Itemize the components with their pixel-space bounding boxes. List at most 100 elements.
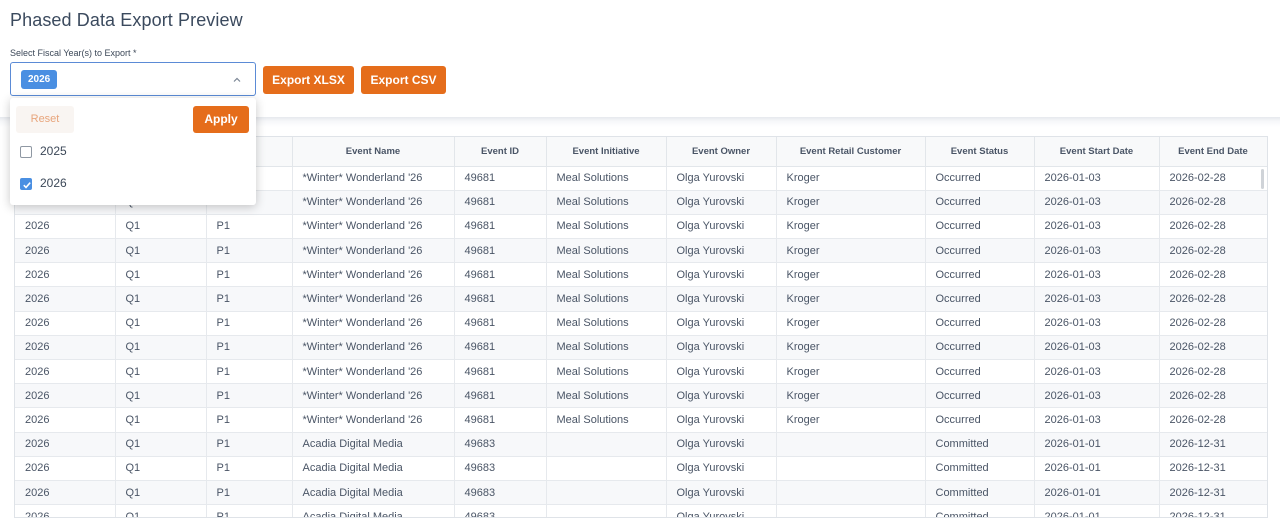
column-header[interactable]: Event ID [454, 137, 547, 167]
table-row: 2026Q1P1*Winter* Wonderland '2649681Meal… [15, 262, 1267, 288]
table-cell: P1 [206, 504, 293, 517]
table-cell: Q1 [115, 504, 207, 517]
checkbox-2025[interactable] [20, 146, 32, 158]
table-cell: Kroger [776, 262, 926, 288]
table-cell: 2026-02-28 [1159, 407, 1267, 433]
table-cell: Occurred [925, 166, 1035, 191]
table-cell: Olga Yurovski [666, 311, 777, 336]
table-cell: 2026 [15, 286, 116, 312]
checkmark-icon [23, 182, 31, 189]
table-cell: 2026-01-03 [1034, 190, 1160, 215]
table-cell [776, 504, 926, 517]
table-cell: P1 [206, 407, 293, 433]
option-2026[interactable]: 2026 [20, 174, 240, 194]
table-cell: 2026-01-03 [1034, 335, 1160, 361]
table-cell: Meal Solutions [546, 383, 667, 409]
table-cell: Olga Yurovski [666, 214, 777, 240]
apply-button[interactable]: Apply [193, 106, 249, 133]
option-label-2025: 2025 [40, 144, 67, 158]
table-cell: Q1 [115, 407, 207, 433]
table-cell: Olga Yurovski [666, 383, 777, 409]
selected-year-chip: 2026 [21, 70, 58, 89]
table-row: 2026 Q1 P1 Acadia Digital Media 49683 Olga Yu… [15, 432, 1267, 457]
column-header[interactable]: Event End Date [1159, 137, 1267, 167]
table-cell: 2026-01-03 [1034, 166, 1160, 191]
table-cell: *Winter* Wonderland '26 [292, 238, 455, 264]
export-xlsx-button[interactable]: Export XLSX [263, 66, 354, 94]
table-cell: 2026 [15, 214, 116, 240]
table-cell: *Winter* Wonderland '26 [292, 214, 455, 240]
table-cell: Kroger [776, 383, 926, 409]
table-cell: Acadia Digital Media [292, 456, 455, 481]
table-cell: 2026-01-03 [1034, 238, 1160, 264]
table-cell: Meal Solutions [546, 190, 667, 215]
table-cell: 2026-01-03 [1034, 311, 1160, 336]
table-cell: 2026 [15, 480, 116, 506]
page-title: Phased Data Export Preview [10, 10, 243, 30]
table-cell: 2026-01-03 [1034, 359, 1160, 385]
table-cell: Meal Solutions [546, 311, 667, 336]
fiscal-year-select[interactable]: 2026 [10, 62, 256, 96]
fiscal-year-dropdown: Reset Apply 2025 2026 [10, 98, 256, 205]
column-header[interactable]: Event Name [292, 137, 455, 167]
table-cell [776, 456, 926, 481]
reset-button[interactable]: Reset [16, 106, 74, 133]
checkbox-2026[interactable] [20, 178, 32, 190]
table-cell: Kroger [776, 311, 926, 336]
table-cell: Occurred [925, 311, 1035, 336]
table-cell: Meal Solutions [546, 335, 667, 361]
table-cell: Olga Yurovski [666, 238, 777, 264]
table-cell: 49681 [454, 335, 547, 361]
table-cell: Q1 [115, 432, 207, 457]
table-row: 2026Q1P1*Winter* Wonderland '2649681Meal… [15, 311, 1267, 336]
column-header[interactable]: Event Status [925, 137, 1035, 167]
table-cell: *Winter* Wonderland '26 [292, 262, 455, 288]
table-cell: Olga Yurovski [666, 335, 777, 361]
table-cell: P1 [206, 432, 293, 457]
table-cell: 2026-12-31 [1159, 456, 1267, 481]
table-cell: 2026 [15, 262, 116, 288]
table-cell: Committed [925, 456, 1035, 481]
table-cell: 2026-02-28 [1159, 166, 1267, 191]
table-cell: Kroger [776, 214, 926, 240]
table-cell: Q1 [115, 383, 207, 409]
table-cell: Occurred [925, 214, 1035, 240]
column-header[interactable]: Event Initiative [546, 137, 667, 167]
table-row: 2026 Q1 P1 Acadia Digital Media 49683 Olga Yu… [15, 504, 1267, 517]
table-cell [546, 504, 667, 517]
table-cell: 2026 [15, 335, 116, 361]
table-cell: 2026-02-28 [1159, 383, 1267, 409]
column-header[interactable]: Event Owner [666, 137, 777, 167]
table-cell: *Winter* Wonderland '26 [292, 190, 455, 215]
table-cell: 2026-02-28 [1159, 238, 1267, 264]
chevron-up-icon[interactable] [233, 76, 241, 84]
table-cell: 2026-02-28 [1159, 311, 1267, 336]
table-cell: Olga Yurovski [666, 504, 777, 517]
table-cell: *Winter* Wonderland '26 [292, 383, 455, 409]
column-header[interactable]: Event Start Date [1034, 137, 1160, 167]
table-cell: 2026 [15, 311, 116, 336]
table-cell: 2026 [15, 383, 116, 409]
table-cell: P1 [206, 335, 293, 361]
table-cell: 2026-02-28 [1159, 262, 1267, 288]
table-cell: Olga Yurovski [666, 262, 777, 288]
export-csv-button[interactable]: Export CSV [361, 66, 446, 94]
table-cell: 2026-01-03 [1034, 214, 1160, 240]
table-cell: Occurred [925, 262, 1035, 288]
table-cell: 2026 [15, 432, 116, 457]
table-cell: 2026-12-31 [1159, 504, 1267, 517]
table-cell: P1 [206, 311, 293, 336]
table-cell: P1 [206, 238, 293, 264]
table-cell: Kroger [776, 190, 926, 215]
table-cell: Occurred [925, 335, 1035, 361]
option-2025[interactable]: 2025 [20, 142, 240, 162]
table-cell: *Winter* Wonderland '26 [292, 166, 455, 191]
table-cell: Q1 [115, 480, 207, 506]
table-cell: *Winter* Wonderland '26 [292, 359, 455, 385]
table-cell: 49683 [454, 432, 547, 457]
column-header[interactable]: Event Retail Customer [776, 137, 926, 167]
table-scrollbar[interactable] [1261, 169, 1264, 189]
table-row: 2026Q1P1*Winter* Wonderland '2649681Meal… [15, 286, 1267, 312]
table-cell: P1 [206, 262, 293, 288]
table-cell: 2026-12-31 [1159, 432, 1267, 457]
